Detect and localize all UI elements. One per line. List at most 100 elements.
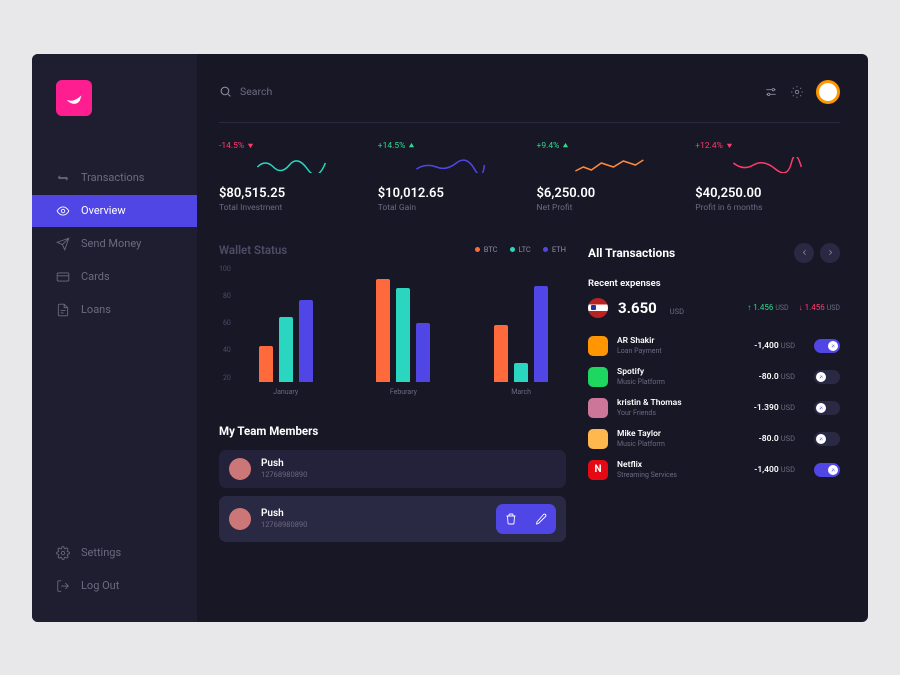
transaction-avatar [588,429,608,449]
toggle-knob [828,341,838,351]
member-name: Push [261,458,307,469]
legend-item: BTC [475,245,498,254]
chart-bar [299,300,313,382]
y-tick: 20 [219,374,231,382]
y-tick: 80 [219,292,231,300]
nav-label: Transactions [81,171,144,184]
settings-icon[interactable] [790,85,804,99]
transaction-toggle[interactable] [814,339,840,353]
transaction-name: Mike Taylor [617,429,665,439]
legend-item: LTC [510,245,531,254]
y-axis: 10080604020 [219,265,231,398]
sidebar-item-overview[interactable]: Overview [32,195,197,227]
chart-bar [514,363,528,382]
sidebar-item-transactions[interactable]: Transactions [32,162,197,194]
nav-main: Transactions Overview Send Money Cards L… [32,162,197,326]
team-member-item[interactable]: Push12768980890 [219,496,566,542]
transaction-name: AR Shakir [617,336,662,346]
caret-up-icon [562,142,569,149]
transaction-item: N NetflixStreaming Services -1,400USD [588,460,840,480]
stat-label: Net Profit [537,203,682,213]
transaction-item: SpotifyMusic Platform -80.0USD [588,367,840,387]
transaction-amount: -80.0USD [759,434,795,444]
toggle-knob [816,372,826,382]
chart-bars: JanuaryFeburaryMarch [241,265,566,398]
sidebar-item-logout[interactable]: Log Out [32,570,197,602]
expenses-summary: 3.650 USD ↑ 1.456 USD ↓ 1.456 USD [588,298,840,318]
edit-button[interactable] [526,504,556,534]
transaction-toggle[interactable] [814,370,840,384]
month-label: January [241,388,331,396]
stat-value: $10,012.65 [378,186,523,201]
stat-change: +9.4% [537,141,682,151]
logout-icon [56,579,70,593]
legend-dot [475,247,480,252]
bird-icon [64,88,84,108]
transaction-avatar [588,367,608,387]
right-column: All Transactions Recent expenses 3.650 U… [588,243,840,604]
caret-down-icon [247,142,254,149]
transaction-name: Netflix [617,460,677,470]
stat-label: Profit in 6 months [695,203,840,213]
divider [219,122,840,123]
eye-icon [56,204,70,218]
next-button[interactable] [820,243,840,263]
month-label: March [476,388,566,396]
toggle-knob [828,465,838,475]
wallet-title: Wallet Status [219,243,457,257]
stat-change: +12.4% [695,141,840,151]
user-avatar[interactable] [816,80,840,104]
team-title: My Team Members [219,424,566,438]
stat-change: +14.5% [378,141,523,151]
sidebar-item-send-money[interactable]: Send Money [32,228,197,260]
member-id: 12768980890 [261,520,307,529]
transaction-sub: Music Platform [617,378,665,386]
month-group: March [476,265,566,382]
search-icon [219,85,232,98]
legend-dot [510,247,515,252]
stat-card: -14.5% $80,515.25 Total Investment [219,141,364,213]
transaction-item: Mike TaylorMusic Platform -80.0USD [588,429,840,449]
transaction-amount: -1,400USD [754,465,795,475]
nav-label: Cards [81,270,110,283]
chart-bar [279,317,293,381]
month-group: January [241,265,331,382]
logo [56,80,92,116]
member-id: 12768980890 [261,470,307,479]
sliders-icon[interactable] [764,85,778,99]
transaction-amount: -1.390USD [754,403,795,413]
transaction-toggle[interactable] [814,463,840,477]
delta-down: ↓ 1.456 USD [799,303,840,312]
transactions-header: All Transactions [588,243,840,263]
topbar: Search [219,80,840,104]
transaction-sub: Music Platform [617,440,665,448]
delta-up: ↑ 1.456 USD [747,303,788,312]
sidebar-item-settings[interactable]: Settings [32,537,197,569]
transaction-item: AR ShakirLoan Payment -1,400USD [588,336,840,356]
nav-label: Overview [81,204,126,217]
team-actions [496,504,556,534]
transaction-toggle[interactable] [814,401,840,415]
member-avatar [229,508,251,530]
search-box[interactable]: Search [219,85,752,98]
transaction-toggle[interactable] [814,432,840,446]
nav-label: Send Money [81,237,141,250]
transaction-sub: Your Friends [617,409,682,417]
stat-value: $80,515.25 [219,186,364,201]
transactions-list: AR ShakirLoan Payment -1,400USD SpotifyM… [588,336,840,480]
stat-card: +12.4% $40,250.00 Profit in 6 months [695,141,840,213]
team-member-item[interactable]: Push12768980890 [219,450,566,488]
delete-button[interactable] [496,504,526,534]
stat-change: -14.5% [219,141,364,151]
legend-dot [543,247,548,252]
sidebar-item-cards[interactable]: Cards [32,261,197,293]
transaction-sub: Loan Payment [617,347,662,355]
nav-bottom: Settings Log Out [32,537,197,602]
transaction-sub: Streaming Services [617,471,677,479]
sidebar-item-loans[interactable]: Loans [32,294,197,326]
send-icon [56,237,70,251]
prev-button[interactable] [794,243,814,263]
toggle-knob [816,434,826,444]
chart-bar [376,279,390,382]
summary-unit: USD [670,307,684,318]
